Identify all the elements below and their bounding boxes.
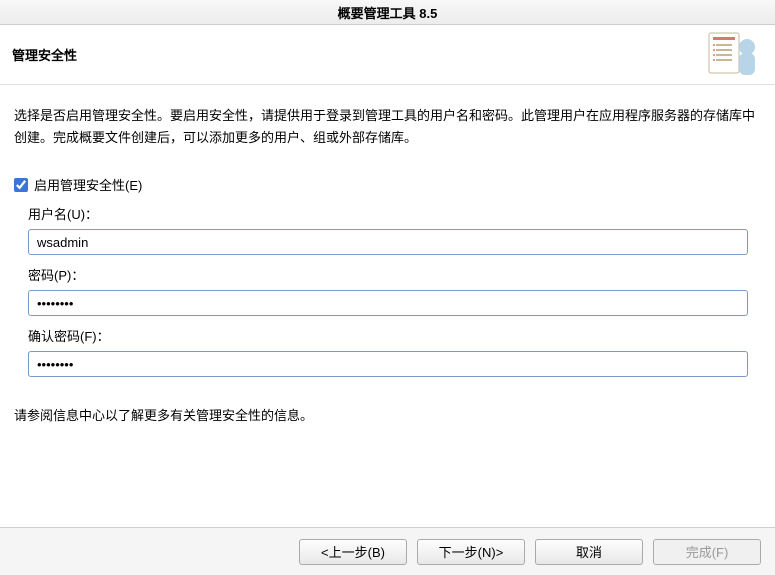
page-header: 管理安全性 — [0, 25, 775, 85]
username-input[interactable] — [28, 229, 748, 255]
username-group: 用户名(U)： — [14, 204, 761, 255]
enable-security-label[interactable]: 启用管理安全性(E) — [34, 175, 142, 194]
page-title: 管理安全性 — [12, 45, 703, 64]
content-area: 选择是否启用管理安全性。要启用安全性，请提供用于登录到管理工具的用户名和密码。此… — [0, 85, 775, 434]
username-label: 用户名(U)： — [28, 204, 761, 223]
wizard-icon — [703, 27, 763, 82]
button-bar: <上一步(B) 下一步(N)> 取消 完成(F) — [0, 527, 775, 575]
footer-note: 请参阅信息中心以了解更多有关管理安全性的信息。 — [14, 405, 761, 424]
password-input[interactable] — [28, 290, 748, 316]
password-group: 密码(P)： — [14, 265, 761, 316]
window-title: 概要管理工具 8.5 — [338, 3, 438, 22]
next-button[interactable]: 下一步(N)> — [417, 539, 525, 565]
confirm-password-label: 确认密码(F)： — [28, 326, 761, 345]
description-text: 选择是否启用管理安全性。要启用安全性，请提供用于登录到管理工具的用户名和密码。此… — [14, 105, 761, 149]
confirm-password-input[interactable] — [28, 351, 748, 377]
back-button[interactable]: <上一步(B) — [299, 539, 407, 565]
confirm-password-group: 确认密码(F)： — [14, 326, 761, 377]
enable-security-checkbox[interactable] — [14, 178, 28, 192]
password-label: 密码(P)： — [28, 265, 761, 284]
window-title-bar: 概要管理工具 8.5 — [0, 0, 775, 25]
finish-button: 完成(F) — [653, 539, 761, 565]
enable-security-row: 启用管理安全性(E) — [14, 175, 761, 194]
cancel-button[interactable]: 取消 — [535, 539, 643, 565]
